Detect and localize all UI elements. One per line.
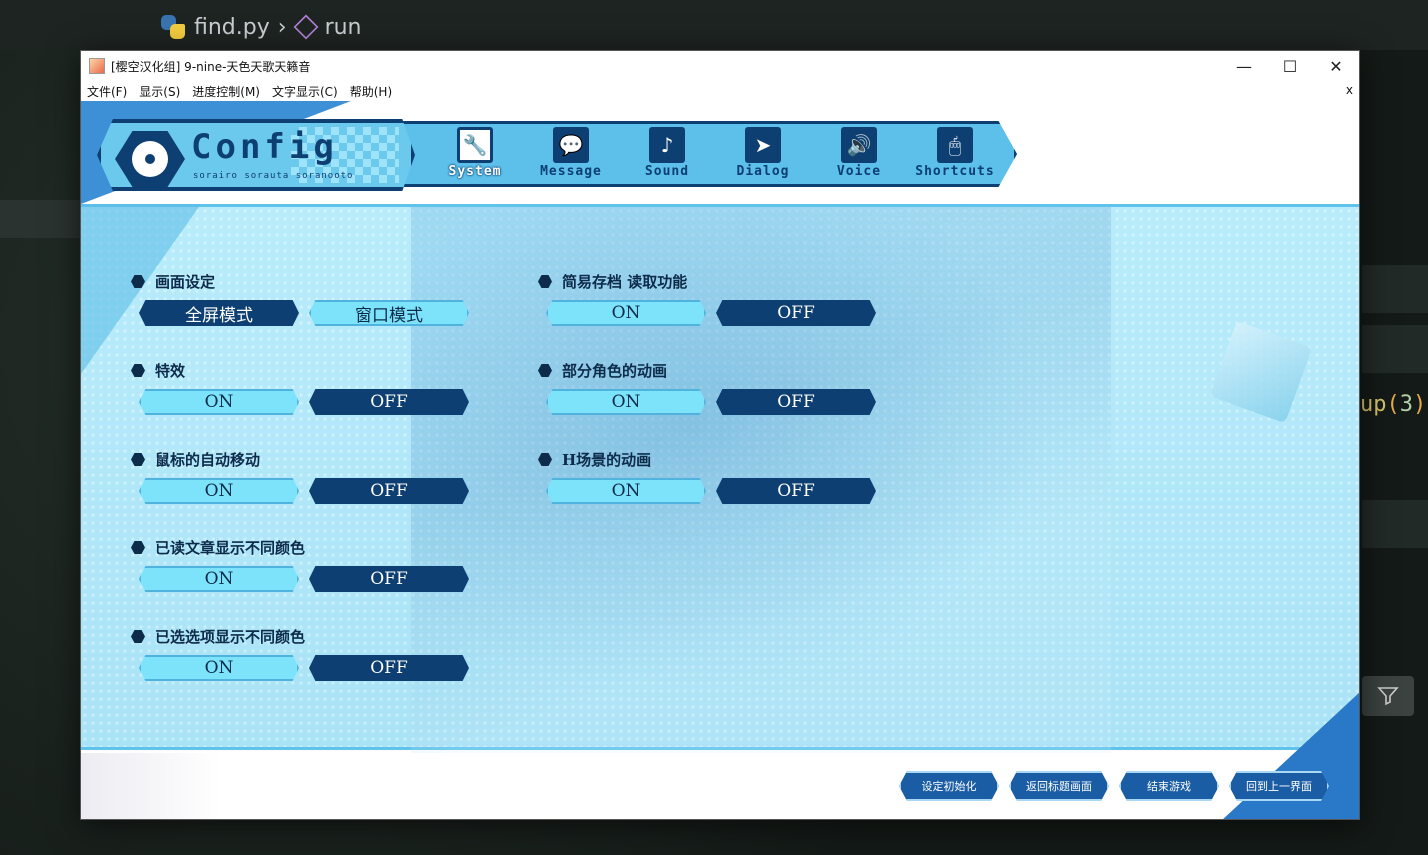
cube-icon: [293, 14, 319, 40]
tab-shortcuts[interactable]: 🖱 Shortcuts: [907, 127, 1003, 183]
menu-file[interactable]: 文件(F): [81, 83, 133, 100]
hex-bullet-icon: [131, 453, 145, 466]
footer-buttons: 设定初始化 返回标题画面 结束游戏 回到上一界面: [899, 771, 1329, 801]
read-color-off-button[interactable]: OFF: [309, 566, 469, 592]
setting-effects: 特效 ON OFF: [131, 360, 469, 415]
chosen-color-on-button[interactable]: ON: [139, 655, 299, 681]
tab-system[interactable]: 🔧 System: [427, 127, 523, 183]
tab-label: Message: [540, 164, 602, 179]
menu-progress[interactable]: 进度控制(M): [186, 83, 266, 100]
python-icon: [160, 14, 186, 40]
decor-cube: [1209, 320, 1313, 424]
editor-line: [1362, 500, 1428, 548]
setting-label: 已选选项显示不同颜色: [155, 628, 306, 646]
effects-on-button[interactable]: ON: [139, 389, 299, 415]
hex-bullet-icon: [538, 453, 552, 466]
tab-dialog[interactable]: ➤ Dialog: [715, 127, 811, 183]
tab-voice[interactable]: 🔊 Voice: [811, 127, 907, 183]
tab-label: Voice: [836, 164, 882, 179]
tabs: 🔧 System 💬 Message ♪ Sound ➤ Dialog 🔊 Vo…: [427, 127, 1003, 183]
return-title-button[interactable]: 返回标题画面: [1009, 771, 1109, 801]
filter-button[interactable]: [1362, 676, 1414, 716]
config-badge: Config sorairo sorauta soranooto: [97, 119, 415, 191]
setting-quick-save: 简易存档 读取功能 ON OFF: [538, 271, 876, 326]
hex-bullet-icon: [131, 275, 145, 288]
editor-line: [1362, 265, 1428, 313]
app-icon: [89, 58, 105, 74]
setting-label: 特效: [155, 362, 186, 380]
breadcrumb-file[interactable]: find.py: [194, 15, 270, 40]
filter-icon: [1377, 687, 1399, 706]
setting-mouse-auto-move: 鼠标的自动移动 ON OFF: [131, 449, 469, 504]
menu-display[interactable]: 显示(S): [133, 83, 186, 100]
setting-label: 鼠标的自动移动: [155, 451, 261, 469]
h-anim-on-button[interactable]: ON: [546, 478, 706, 504]
tab-label: System: [448, 164, 502, 179]
quick-save-off-button[interactable]: OFF: [716, 300, 876, 326]
setting-read-text-color: 已读文章显示不同颜色 ON OFF: [131, 537, 469, 592]
breadcrumb-symbol[interactable]: run: [325, 15, 362, 40]
char-anim-off-button[interactable]: OFF: [716, 389, 876, 415]
minimize-button[interactable]: —: [1221, 51, 1267, 81]
tab-label: Shortcuts: [915, 164, 995, 179]
windowed-button[interactable]: 窗口模式: [309, 300, 469, 326]
menu-bar: 文件(F) 显示(S) 进度控制(M) 文字显示(C) 帮助(H) x: [81, 81, 1359, 101]
setting-label: 画面设定: [155, 273, 216, 291]
setting-character-animation: 部分角色的动画 ON OFF: [538, 360, 876, 415]
mouse-move-on-button[interactable]: ON: [139, 478, 299, 504]
reset-defaults-button[interactable]: 设定初始化: [899, 771, 999, 801]
exit-game-button[interactable]: 结束游戏: [1119, 771, 1219, 801]
setting-h-scene-animation: H场景的动画 ON OFF: [538, 449, 876, 504]
setting-label: H场景的动画: [562, 451, 652, 469]
window-title: [樱空汉化组] 9-nine-天色天歌天籁音: [111, 59, 311, 74]
game-window: [樱空汉化组] 9-nine-天色天歌天籁音 — ☐ ✕ 文件(F) 显示(S)…: [80, 50, 1360, 820]
h-anim-off-button[interactable]: OFF: [716, 478, 876, 504]
hex-bullet-icon: [131, 541, 145, 554]
close-button[interactable]: ✕: [1313, 51, 1359, 81]
chosen-color-off-button[interactable]: OFF: [309, 655, 469, 681]
back-button[interactable]: 回到上一界面: [1229, 771, 1329, 801]
hex-bullet-icon: [538, 364, 552, 377]
speaker-icon: 🔊: [841, 127, 877, 163]
tab-label: Sound: [644, 164, 690, 179]
setting-screen-mode: 画面设定 全屏模式 窗口模式: [131, 271, 469, 326]
gear-icon: [115, 131, 185, 187]
chevron-right-icon: ›: [277, 14, 287, 40]
speech-bubble-icon: 💬: [553, 127, 589, 163]
tab-sound[interactable]: ♪ Sound: [619, 127, 715, 183]
setting-label: 简易存档 读取功能: [562, 273, 688, 291]
menu-close-button[interactable]: x: [1346, 83, 1353, 97]
tab-message[interactable]: 💬 Message: [523, 127, 619, 183]
editor-line: [1362, 325, 1428, 373]
setting-label: 已读文章显示不同颜色: [155, 539, 306, 557]
quick-save-on-button[interactable]: ON: [546, 300, 706, 326]
mouse-icon: 🖱: [937, 127, 973, 163]
char-anim-on-button[interactable]: ON: [546, 389, 706, 415]
setting-chosen-option-color: 已选选项显示不同颜色 ON OFF: [131, 626, 469, 681]
cursor-arrow-icon: ➤: [745, 127, 781, 163]
music-note-icon: ♪: [649, 127, 685, 163]
menu-help[interactable]: 帮助(H): [344, 83, 398, 100]
editor-code: up(3): [1360, 392, 1427, 417]
title-bar[interactable]: [樱空汉化组] 9-nine-天色天歌天籁音 — ☐ ✕: [81, 51, 1359, 81]
editor-breadcrumb[interactable]: find.py › run: [160, 14, 362, 40]
config-screen: Config sorairo sorauta soranooto 🔧 Syste…: [81, 101, 1359, 819]
hex-bullet-icon: [131, 630, 145, 643]
mouse-move-off-button[interactable]: OFF: [309, 478, 469, 504]
decor-art: [81, 753, 221, 819]
read-color-on-button[interactable]: ON: [139, 566, 299, 592]
fullscreen-button[interactable]: 全屏模式: [139, 300, 299, 326]
hex-bullet-icon: [538, 275, 552, 288]
tab-label: Dialog: [736, 164, 790, 179]
effects-off-button[interactable]: OFF: [309, 389, 469, 415]
menu-text-display[interactable]: 文字显示(C): [266, 83, 344, 100]
page-title: Config: [191, 127, 338, 167]
hex-bullet-icon: [131, 364, 145, 377]
wrench-icon: 🔧: [457, 127, 493, 163]
page-subtitle: sorairo sorauta soranooto: [193, 171, 354, 181]
setting-label: 部分角色的动画: [562, 362, 668, 380]
maximize-button[interactable]: ☐: [1267, 51, 1313, 81]
editor-highlight: [0, 200, 80, 238]
